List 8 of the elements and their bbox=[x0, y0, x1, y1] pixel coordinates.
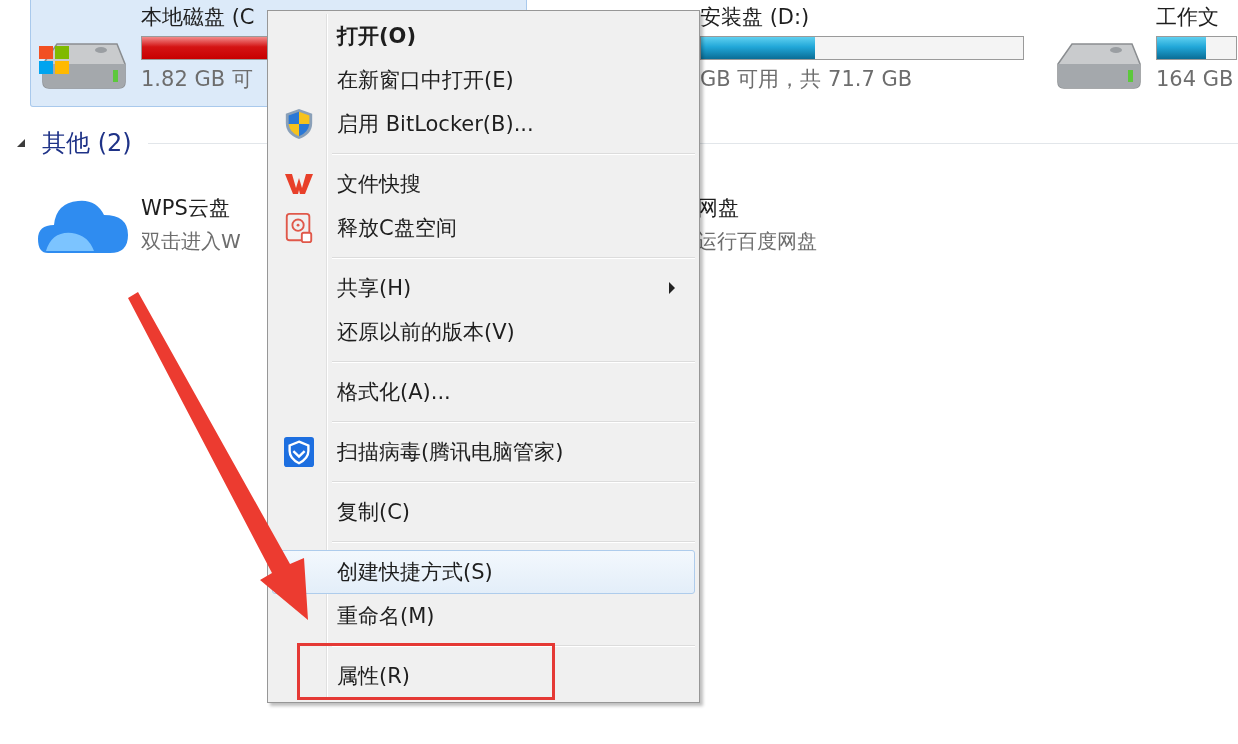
item-name: WPS云盘 bbox=[141, 194, 230, 222]
item-description: 双击进入W bbox=[141, 227, 241, 255]
free-space: 164 GB bbox=[1156, 66, 1234, 92]
drive-name: 工作文 bbox=[1156, 4, 1219, 31]
free-space: GB 可用，共 71.7 GB bbox=[700, 66, 913, 92]
free-space: 1.82 GB 可 bbox=[141, 66, 253, 92]
drive-name: 安装盘 (D:) bbox=[700, 4, 810, 31]
drive-name: 本地磁盘 (C bbox=[141, 4, 255, 31]
